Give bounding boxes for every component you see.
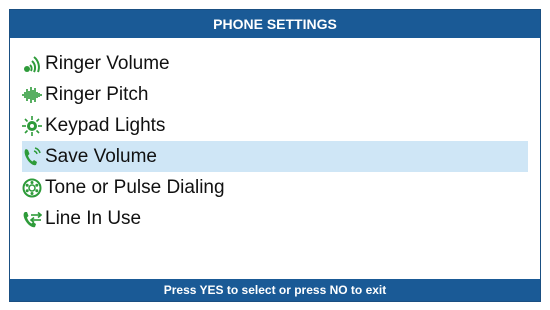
menu-item-label: Line In Use (45, 207, 142, 229)
menu-item-label: Keypad Lights (45, 114, 166, 136)
ringer-volume-icon (22, 54, 42, 74)
page-title: PHONE SETTINGS (213, 16, 337, 32)
save-volume-icon (22, 146, 42, 167)
line-in-use-icon (22, 209, 42, 229)
phone-settings-screen: PHONE SETTINGS Ringer Volume Ringer Pitc… (9, 9, 541, 302)
ringer-pitch-icon (22, 85, 42, 105)
menu-item-line-in-use[interactable]: Line In Use (22, 203, 528, 234)
menu-item-save-volume[interactable]: Save Volume (22, 141, 528, 172)
footer-hint: Press YES to select or press NO to exit (163, 283, 387, 297)
keypad-lights-icon (22, 115, 42, 136)
footer-hint-bar: Press YES to select or press NO to exit (10, 279, 540, 301)
tone-pulse-dialing-icon (22, 178, 42, 198)
menu-item-label: Tone or Pulse Dialing (45, 176, 225, 198)
menu-item-label: Save Volume (45, 145, 157, 167)
settings-menu: Ringer Volume Ringer Pitch Keypad Lights… (10, 48, 540, 234)
menu-item-keypad-lights[interactable]: Keypad Lights (22, 110, 528, 141)
title-bar: PHONE SETTINGS (10, 10, 540, 38)
menu-item-ringer-volume[interactable]: Ringer Volume (22, 48, 528, 79)
menu-item-ringer-pitch[interactable]: Ringer Pitch (22, 79, 528, 110)
menu-item-tone-or-pulse-dialing[interactable]: Tone or Pulse Dialing (22, 172, 528, 203)
menu-item-label: Ringer Volume (45, 52, 170, 74)
menu-item-label: Ringer Pitch (45, 83, 149, 105)
